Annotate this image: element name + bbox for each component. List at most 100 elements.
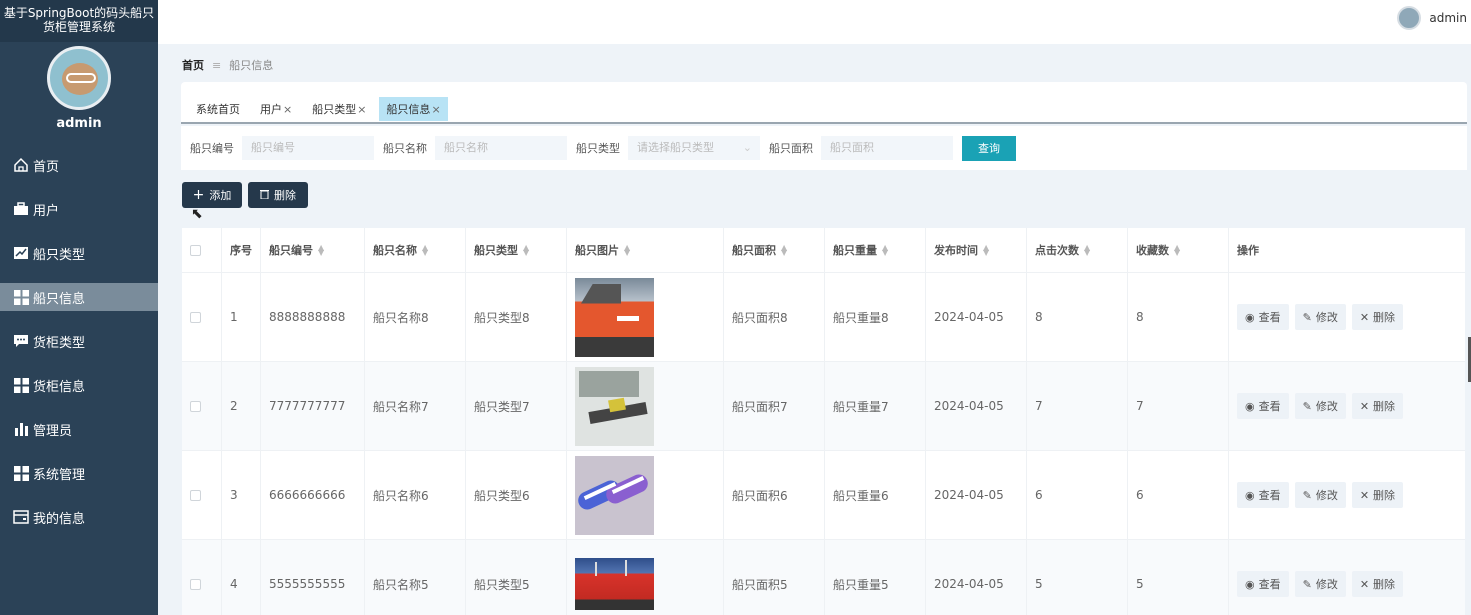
- grid-icon: [12, 377, 30, 393]
- view-button[interactable]: ◉ 查看: [1237, 482, 1289, 508]
- user-menu[interactable]: admin: [1397, 6, 1467, 30]
- delete-label: 删除: [1373, 578, 1396, 591]
- sidebar: 基于SpringBoot的码头船只货柜管理系统 admin 首页 用户 船只类型…: [0, 0, 158, 615]
- cell-ship-name: 船只名称8: [365, 273, 466, 361]
- tab-ship-types[interactable]: 船只类型 ×: [305, 97, 373, 121]
- select-all-checkbox[interactable]: [190, 244, 201, 256]
- breadcrumb-home[interactable]: 首页: [182, 57, 204, 73]
- close-icon: ✕: [1359, 399, 1370, 413]
- eye-icon: ◉: [1245, 577, 1255, 591]
- row-delete-button[interactable]: ✕ 删除: [1351, 393, 1404, 419]
- view-label: 查看: [1258, 489, 1281, 502]
- sort-icon[interactable]: ▲ ▼: [983, 244, 989, 257]
- table-row[interactable]: 2 7777777777 船只名称7 船只类型7 船只面积7 船只重量7 202…: [182, 362, 1465, 451]
- header-cell[interactable]: 船只类型 ▲ ▼: [466, 228, 567, 272]
- briefcase-icon: [12, 201, 30, 217]
- sort-icon[interactable]: ▲ ▼: [1174, 244, 1180, 257]
- header-cell: 序号: [222, 228, 261, 272]
- sidebar-item-users[interactable]: 用户: [0, 195, 158, 223]
- view-button[interactable]: ◉ 查看: [1237, 393, 1289, 419]
- ship-image[interactable]: [575, 558, 654, 610]
- cell-ship-area: 船只面积7: [724, 362, 825, 450]
- edit-label: 修改: [1315, 489, 1338, 502]
- sidebar-item-container-types[interactable]: 货柜类型: [0, 327, 158, 355]
- tab-label: 用户: [260, 103, 282, 116]
- row-checkbox[interactable]: [190, 400, 201, 412]
- table-row[interactable]: 4 5555555555 船只名称5 船只类型5 船只面积5 船只重量5 202…: [182, 540, 1465, 615]
- cell-index: 3: [222, 451, 261, 539]
- header-cell[interactable]: 船只编号 ▲ ▼: [261, 228, 365, 272]
- add-button[interactable]: + 添加: [182, 182, 242, 208]
- sort-icon[interactable]: ▲ ▼: [1084, 244, 1090, 257]
- eye-icon: ◉: [1245, 310, 1255, 324]
- sort-icon[interactable]: ▲ ▼: [523, 244, 529, 257]
- tab-label: 系统首页: [196, 103, 240, 116]
- table-row[interactable]: 1 8888888888 船只名称8 船只类型8 船只面积8 船只重量8 202…: [182, 273, 1465, 362]
- tab-ship-info[interactable]: 船只信息 ×: [379, 97, 448, 121]
- ship-image[interactable]: [575, 277, 654, 357]
- cell-ship-area: 船只面积6: [724, 451, 825, 539]
- row-delete-button[interactable]: ✕ 删除: [1351, 571, 1404, 597]
- edit-button[interactable]: ✎ 修改: [1294, 571, 1346, 597]
- tabs-bar: 系统首页 用户 × 船只类型 × 船只信息 ×: [181, 82, 1467, 124]
- query-button[interactable]: 查询: [962, 135, 1016, 161]
- sort-icon[interactable]: ▲ ▼: [781, 244, 787, 257]
- delete-button[interactable]: 删除: [248, 182, 308, 208]
- top-username: admin: [1429, 11, 1467, 25]
- row-delete-button[interactable]: ✕ 删除: [1351, 304, 1404, 330]
- sort-icon[interactable]: ▲ ▼: [882, 244, 888, 257]
- row-delete-button[interactable]: ✕ 删除: [1351, 482, 1404, 508]
- sidebar-item-ship-types[interactable]: 船只类型: [0, 239, 158, 267]
- view-button[interactable]: ◉ 查看: [1237, 304, 1289, 330]
- sidebar-item-ship-info[interactable]: 船只信息: [0, 283, 158, 311]
- edit-button[interactable]: ✎ 修改: [1294, 482, 1346, 508]
- sidebar-item-system[interactable]: 系统管理: [0, 459, 158, 487]
- header-cell[interactable]: 点击次数 ▲ ▼: [1027, 228, 1128, 272]
- sort-icon[interactable]: ▲ ▼: [318, 244, 324, 257]
- view-button[interactable]: ◉ 查看: [1237, 571, 1289, 597]
- row-checkbox[interactable]: [190, 578, 201, 590]
- edit-button[interactable]: ✎ 修改: [1294, 393, 1346, 419]
- header-cell[interactable]: 船只名称 ▲ ▼: [365, 228, 466, 272]
- row-checkbox[interactable]: [190, 489, 201, 501]
- ship-type-select[interactable]: 请选择船只类型 ⌄: [628, 136, 760, 160]
- table-row[interactable]: 3 6666666666 船只名称6 船只类型6 船只面积6 船只重量6 202…: [182, 451, 1465, 540]
- close-icon[interactable]: ×: [431, 103, 440, 116]
- row-checkbox[interactable]: [190, 311, 201, 323]
- avatar[interactable]: [47, 46, 111, 110]
- sidebar-item-home[interactable]: 首页: [0, 151, 158, 179]
- tab-label: 船只类型: [312, 103, 357, 116]
- header-label: 收藏数: [1136, 244, 1169, 257]
- header-cell[interactable]: 收藏数 ▲ ▼: [1128, 228, 1229, 272]
- sort-icon[interactable]: ▲ ▼: [422, 244, 428, 257]
- tab-home[interactable]: 系统首页: [189, 97, 247, 121]
- header-cell[interactable]: 船只面积 ▲ ▼: [724, 228, 825, 272]
- row-checkbox-cell: [182, 451, 222, 539]
- ship-no-label: 船只编号: [190, 142, 234, 155]
- cell-ship-weight: 船只重量7: [825, 362, 926, 450]
- header-label: 点击次数: [1035, 244, 1079, 257]
- ship-image[interactable]: [575, 366, 654, 446]
- header-cell[interactable]: 船只重量 ▲ ▼: [825, 228, 926, 272]
- sort-icon[interactable]: ▲ ▼: [624, 244, 630, 257]
- avatar[interactable]: [1397, 6, 1422, 30]
- bar-chart-icon: [12, 421, 30, 437]
- ship-no-input[interactable]: 船只编号: [242, 136, 374, 160]
- row-checkbox-cell: [182, 273, 222, 361]
- close-icon[interactable]: ×: [283, 103, 292, 116]
- sidebar-item-label: 船只信息: [33, 291, 86, 307]
- ship-area-input[interactable]: 船只面积: [821, 136, 953, 160]
- ship-image[interactable]: [575, 455, 654, 535]
- ship-type-placeholder: 请选择船只类型: [637, 141, 714, 154]
- sidebar-item-my-info[interactable]: 我的信息: [0, 503, 158, 531]
- sidebar-item-label: 首页: [33, 159, 60, 175]
- close-icon[interactable]: ×: [357, 103, 366, 116]
- sidebar-item-admins[interactable]: 管理员: [0, 415, 158, 443]
- header-label: 船只图片: [575, 244, 619, 257]
- header-cell[interactable]: 船只图片 ▲ ▼: [567, 228, 724, 272]
- ship-name-input[interactable]: 船只名称: [435, 136, 567, 160]
- header-cell[interactable]: 发布时间 ▲ ▼: [926, 228, 1027, 272]
- sidebar-item-container-info[interactable]: 货柜信息: [0, 371, 158, 399]
- tab-users[interactable]: 用户 ×: [253, 97, 299, 121]
- edit-button[interactable]: ✎ 修改: [1294, 304, 1346, 330]
